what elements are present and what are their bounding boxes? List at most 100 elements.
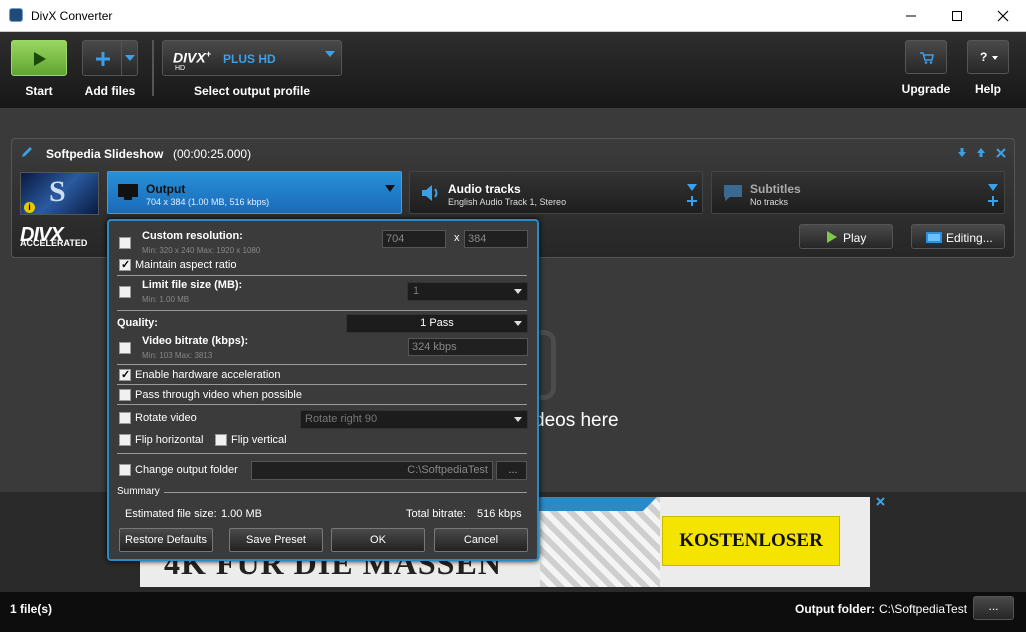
start-button[interactable] bbox=[11, 40, 67, 76]
profile-selector[interactable]: DIVX+ HD PLUS HD bbox=[162, 40, 342, 76]
size-value: 1 bbox=[413, 285, 420, 297]
add-files-button[interactable] bbox=[82, 40, 138, 76]
add-audio-icon[interactable] bbox=[687, 196, 697, 206]
rotate-label: Rotate video bbox=[135, 412, 197, 424]
window-title: DivX Converter bbox=[31, 9, 113, 23]
bitrate-input[interactable]: 324 kbps bbox=[408, 338, 528, 356]
custom-resolution-checkbox[interactable] bbox=[119, 237, 131, 249]
separator bbox=[117, 364, 527, 365]
browse-folder-button[interactable]: ... bbox=[496, 461, 527, 480]
change-folder-checkbox[interactable] bbox=[119, 464, 131, 476]
output-settings-dialog: Custom resolution: Min: 320 x 240 Max: 1… bbox=[107, 219, 539, 561]
audio-tracks-tile[interactable]: Audio tracks English Audio Track 1, Ster… bbox=[409, 171, 703, 214]
height-input[interactable]: 384 bbox=[464, 230, 528, 248]
play-icon bbox=[34, 52, 46, 66]
rotate-checkbox[interactable] bbox=[119, 412, 131, 424]
hw-accel-checkbox[interactable] bbox=[119, 368, 131, 381]
subtitles-tile[interactable]: Subtitles No tracks bbox=[711, 171, 1005, 214]
flip-horizontal-checkbox[interactable] bbox=[119, 434, 131, 446]
browse-output-button[interactable]: ... bbox=[973, 596, 1014, 620]
audio-detail: English Audio Track 1, Stereo bbox=[448, 197, 567, 207]
job-duration: (00:00:25.000) bbox=[173, 147, 252, 161]
chevron-down-icon bbox=[125, 55, 135, 61]
monitor-icon bbox=[118, 184, 138, 200]
quality-label: Quality: bbox=[117, 317, 158, 329]
maximize-icon bbox=[952, 10, 962, 21]
subtitles-detail: No tracks bbox=[750, 197, 789, 207]
limit-size-checkbox[interactable] bbox=[119, 286, 131, 298]
speech-bubble-icon bbox=[724, 185, 742, 201]
pass-through-checkbox[interactable] bbox=[119, 389, 131, 401]
width-input[interactable]: 704 bbox=[382, 230, 446, 248]
speaker-icon bbox=[422, 185, 438, 201]
quality-value: 1 Pass bbox=[420, 317, 454, 329]
hw-accel-label: Enable hardware acceleration bbox=[135, 369, 281, 381]
restore-defaults-button[interactable]: Restore Defaults bbox=[119, 528, 213, 552]
toolbar: Start Add files DIVX+ HD PLUS HD Select … bbox=[0, 32, 1026, 108]
title-bar: DivX Converter bbox=[0, 0, 1026, 32]
chevron-down-icon bbox=[514, 417, 522, 422]
thumbnail-letter: S bbox=[49, 175, 66, 208]
app-icon bbox=[9, 8, 23, 22]
audio-label: Audio tracks bbox=[448, 182, 521, 196]
separator bbox=[117, 310, 527, 311]
accelerated-label: ACCELERATED bbox=[20, 238, 88, 248]
file-count: 1 file(s) bbox=[10, 602, 53, 616]
info-icon[interactable]: i bbox=[24, 202, 35, 213]
status-bar: 1 file(s) Output folder: C:\SoftpediaTes… bbox=[0, 592, 1026, 632]
est-size-value: 1.00 MB bbox=[221, 508, 262, 520]
play-button[interactable]: Play bbox=[799, 224, 893, 249]
quality-dropdown[interactable]: 1 Pass bbox=[346, 314, 528, 333]
video-thumbnail[interactable]: S i bbox=[20, 172, 99, 215]
arrow-up-icon[interactable] bbox=[976, 148, 986, 158]
editing-label: Editing... bbox=[946, 231, 993, 245]
maximize-button[interactable] bbox=[934, 0, 980, 31]
add-subtitle-icon[interactable] bbox=[988, 196, 998, 206]
custom-resolution-label: Custom resolution: bbox=[142, 230, 243, 242]
size-dropdown[interactable]: 1 bbox=[407, 282, 528, 301]
video-bitrate-checkbox[interactable] bbox=[119, 342, 131, 354]
play-label: Play bbox=[843, 231, 867, 245]
rotate-value: Rotate right 90 bbox=[305, 413, 378, 425]
maintain-aspect-label: Maintain aspect ratio bbox=[135, 259, 237, 271]
folder-input[interactable]: C:\SoftpediaTest bbox=[251, 461, 493, 480]
resolution-hint: Min: 320 x 240 Max: 1920 x 1080 bbox=[142, 246, 261, 255]
close-icon bbox=[997, 10, 1009, 21]
change-folder-label: Change output folder bbox=[135, 464, 238, 476]
remove-icon[interactable] bbox=[996, 148, 1006, 158]
help-button[interactable]: ? bbox=[967, 40, 1009, 74]
hd-badge: HD bbox=[175, 65, 186, 72]
maintain-aspect-checkbox[interactable] bbox=[119, 258, 131, 271]
save-preset-button[interactable]: Save Preset bbox=[229, 528, 323, 552]
flip-vertical-checkbox[interactable] bbox=[215, 434, 227, 446]
rotate-dropdown[interactable]: Rotate right 90 bbox=[300, 410, 528, 429]
total-bitrate-label: Total bitrate: bbox=[406, 508, 466, 520]
job-title[interactable]: Softpedia Slideshow bbox=[46, 147, 163, 161]
chevron-down-icon bbox=[988, 184, 998, 191]
chevron-down-icon bbox=[687, 184, 697, 191]
close-button[interactable] bbox=[980, 0, 1026, 31]
total-bitrate-value: 516 kbps bbox=[477, 508, 522, 520]
ad-cta-button[interactable]: KOSTENLOSER bbox=[662, 516, 840, 566]
upgrade-button[interactable] bbox=[905, 40, 947, 74]
editing-button[interactable]: Editing... bbox=[911, 224, 1005, 249]
output-detail: 704 x 384 (1.00 MB, 516 kbps) bbox=[146, 197, 270, 207]
divx-logo: DIVX+ bbox=[173, 49, 211, 66]
play-icon bbox=[827, 231, 837, 243]
summary-heading: Summary bbox=[117, 486, 160, 497]
help-label: Help bbox=[974, 82, 1001, 96]
upgrade-label: Upgrade bbox=[901, 82, 951, 96]
pencil-icon[interactable] bbox=[20, 145, 34, 159]
output-tile[interactable]: Output 704 x 384 (1.00 MB, 516 kbps) bbox=[107, 171, 402, 214]
profile-name: PLUS HD bbox=[223, 52, 276, 66]
ok-button[interactable]: OK bbox=[331, 528, 425, 552]
chevron-down-icon bbox=[992, 56, 998, 60]
pass-through-label: Pass through video when possible bbox=[135, 389, 302, 401]
bitrate-value: 324 kbps bbox=[412, 341, 457, 353]
arrow-down-icon[interactable] bbox=[957, 148, 967, 158]
output-folder-path: C:\SoftpediaTest bbox=[879, 602, 968, 616]
close-ad-icon[interactable] bbox=[876, 497, 885, 506]
cancel-button[interactable]: Cancel bbox=[434, 528, 528, 552]
minimize-button[interactable] bbox=[888, 0, 934, 31]
folder-value: C:\SoftpediaTest bbox=[407, 464, 488, 476]
